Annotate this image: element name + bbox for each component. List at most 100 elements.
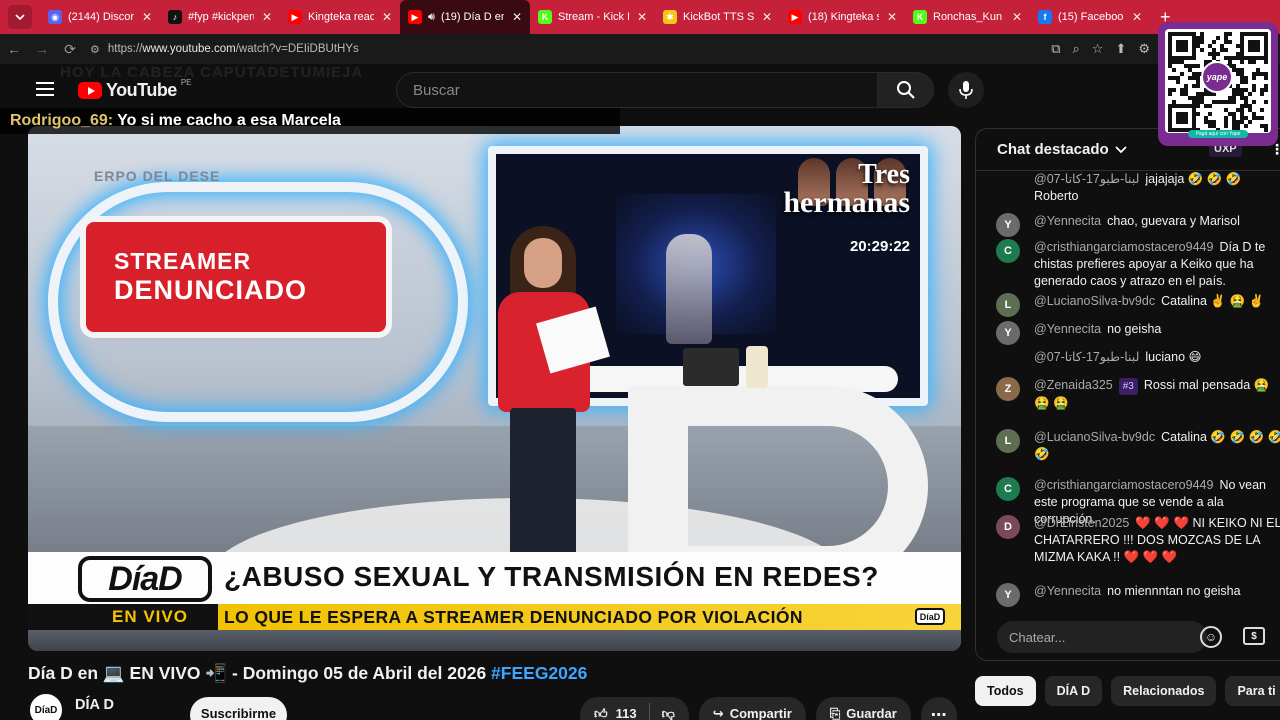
video-title-text: Día D en 💻 EN VIVO 📲 - Domingo 05 de Abr… [28,663,487,683]
chat-avatar[interactable]: D [996,515,1020,539]
tab-favicon-icon: K [538,10,552,24]
reload-button[interactable]: ⟳ [56,34,84,64]
laptop [683,348,739,386]
close-tab-icon[interactable]: ✕ [262,10,272,24]
close-tab-icon[interactable]: ✕ [1012,10,1022,24]
close-tab-icon[interactable]: ✕ [762,10,772,24]
chat-author[interactable]: @Yennecita [1034,322,1101,336]
close-tab-icon[interactable]: ✕ [887,10,897,24]
tab-title: Kingteka reaccion [308,11,374,23]
chat-author[interactable]: @LucianoSilva-bv9dc [1034,430,1155,444]
filter-chip[interactable]: Para ti [1225,676,1280,706]
hashtag-link[interactable]: #FEEG2026 [491,663,587,683]
microphone-icon [959,81,973,99]
chat-avatar[interactable] [996,349,1020,373]
dislike-button[interactable]: 👎︎ [662,706,675,720]
chat-text: no miennntan no geisha [1107,584,1241,598]
chat-author[interactable]: @Yennecita [1034,584,1101,598]
screen-figure [666,234,712,344]
live-bar: EN VIVO [28,604,218,630]
channel-name[interactable]: DÍA D [75,697,114,713]
browser-tab[interactable]: ▶ 🔊︎ (19) Día D en ✕ [400,0,530,34]
emoji-picker-icon[interactable]: ☺ [1200,626,1222,648]
chat-avatar[interactable] [996,171,1020,195]
install-app-icon[interactable]: ⧉ [1051,41,1060,57]
chat-author[interactable]: @cristhiangarciamostacero9449 [1034,478,1213,492]
video-title: Día D en 💻 EN VIVO 📲 - Domingo 05 de Abr… [28,663,587,684]
chat-message: L @LucianoSilva-bv9dc Catalina ✌️ 🤮 ✌️ [996,293,1280,317]
close-tab-icon[interactable]: ✕ [382,10,392,24]
voice-search-button[interactable] [948,72,984,108]
search-input[interactable]: Buscar [396,72,878,108]
tab-title: (19) Día D en [440,11,504,23]
chat-avatar[interactable]: Y [996,213,1020,237]
save-button[interactable]: ⎘ Guardar [815,697,911,720]
super-chat-icon[interactable]: $ [1243,627,1265,645]
filter-chip[interactable]: Todos [975,676,1036,706]
chat-message-list[interactable]: @لبنا-طبو17-كاتا-07 jajajaja 🤣 🤣 🤣 Robert… [976,171,1280,611]
subscribe-button[interactable]: Suscribirme [190,697,287,720]
chat-mode-selector[interactable]: Chat destacado [997,141,1109,158]
chat-avatar[interactable]: L [996,293,1020,317]
chevron-down-icon[interactable] [1115,145,1127,154]
chat-input[interactable]: Chatear... [997,621,1207,653]
search-button[interactable] [878,72,934,108]
chat-author[interactable]: @cristhiangarciamostacero9449 [1034,240,1213,254]
filter-chip[interactable]: DÍA D [1044,676,1103,706]
close-tab-icon[interactable]: ✕ [142,10,152,24]
chat-author[interactable]: @DrEinsten2025 [1034,516,1129,530]
video-player[interactable]: ERPO DEL DESE STREAMER DENUNCIADO Tres h… [28,126,961,651]
browser-tab[interactable]: K Ronchas_Kun Stre ✕ [905,0,1030,34]
channel-info: DíaD DÍA D [28,692,114,720]
browser-tab[interactable]: ◉ (2144) Discord | # ✕ [40,0,160,34]
related-filter-chips: Todos DÍA D Relacionados Para ti [975,676,1280,706]
menu-icon[interactable] [36,82,54,96]
overlay-separator: : [107,112,114,129]
close-tab-icon[interactable]: ✕ [1132,10,1142,24]
browser-tab[interactable]: ♪ #fyp #kickperu # ✕ [160,0,280,34]
yape-logo: yape [1201,61,1233,93]
browser-tab[interactable]: ▶ Kingteka reaccion ✕ [280,0,400,34]
back-button[interactable]: ← [0,34,28,64]
channel-avatar[interactable]: DíaD [28,692,64,720]
browser-tab[interactable]: ✱ KickBot TTS Settin ✕ [655,0,780,34]
audio-playing-icon[interactable]: 🔊︎ [428,11,435,24]
close-tab-icon[interactable]: ✕ [512,10,522,24]
bookmark-star-icon[interactable]: ☆ [1092,41,1104,57]
site-info-icon[interactable]: ⚙ [90,43,100,56]
chat-avatar[interactable]: L [996,429,1020,453]
chat-author[interactable]: @LucianoSilva-bv9dc [1034,294,1155,308]
tab-favicon-icon: ✱ [663,10,677,24]
url-field[interactable]: ⚙ https://www.youtube.com/watch?v=DEIiDB… [90,43,359,56]
browser-tab[interactable]: f (15) Facebook ✕ [1030,0,1150,34]
like-button[interactable]: 👍︎ 113 [594,706,637,720]
wall-label: ERPO DEL DESE [94,168,221,184]
chat-avatar[interactable]: Z [996,377,1020,401]
forward-button[interactable]: → [28,34,56,64]
chat-message: L @LucianoSilva-bv9dc Catalina 🤣 🤣 🤣 🤣 🤣 [996,429,1280,463]
youtube-logo[interactable]: YouTube PE [78,78,192,101]
pin-icon[interactable]: ⬆ [1115,41,1126,57]
extensions-icon[interactable]: ⚙ [1138,41,1150,57]
more-actions-button[interactable]: ⋯ [920,697,957,720]
zoom-icon[interactable]: ⌕ [1073,41,1080,57]
qr-code: yape [1165,29,1271,133]
tab-search-menu[interactable] [0,0,40,34]
browser-tab[interactable]: ▶ (18) Kingteka se e ✕ [780,0,905,34]
chat-author[interactable]: @لبنا-طبو17-كاتا-07 [1034,172,1139,186]
url-host: www.youtube.com [142,43,236,55]
chat-author[interactable]: @لبنا-طبو17-كاتا-07 [1034,350,1139,364]
chat-author[interactable]: @Zenaida325 [1034,378,1113,392]
chat-avatar[interactable]: Y [996,321,1020,345]
browser-tab[interactable]: K Stream - Kick Dash ✕ [530,0,655,34]
chat-avatar[interactable]: C [996,477,1020,501]
chat-avatar[interactable]: Y [996,583,1020,607]
chat-message: @لبنا-طبو17-كاتا-07 luciano 😄 [996,349,1280,366]
filter-chip[interactable]: Relacionados [1111,676,1217,706]
chat-author[interactable]: @Yennecita [1034,214,1101,228]
tab-title: Ronchas_Kun Stre [933,11,1004,23]
close-tab-icon[interactable]: ✕ [637,10,647,24]
share-button[interactable]: ↪ Compartir [698,697,806,720]
chat-avatar[interactable]: C [996,239,1020,263]
panel-line-2: DENUNCIADO [114,275,308,305]
